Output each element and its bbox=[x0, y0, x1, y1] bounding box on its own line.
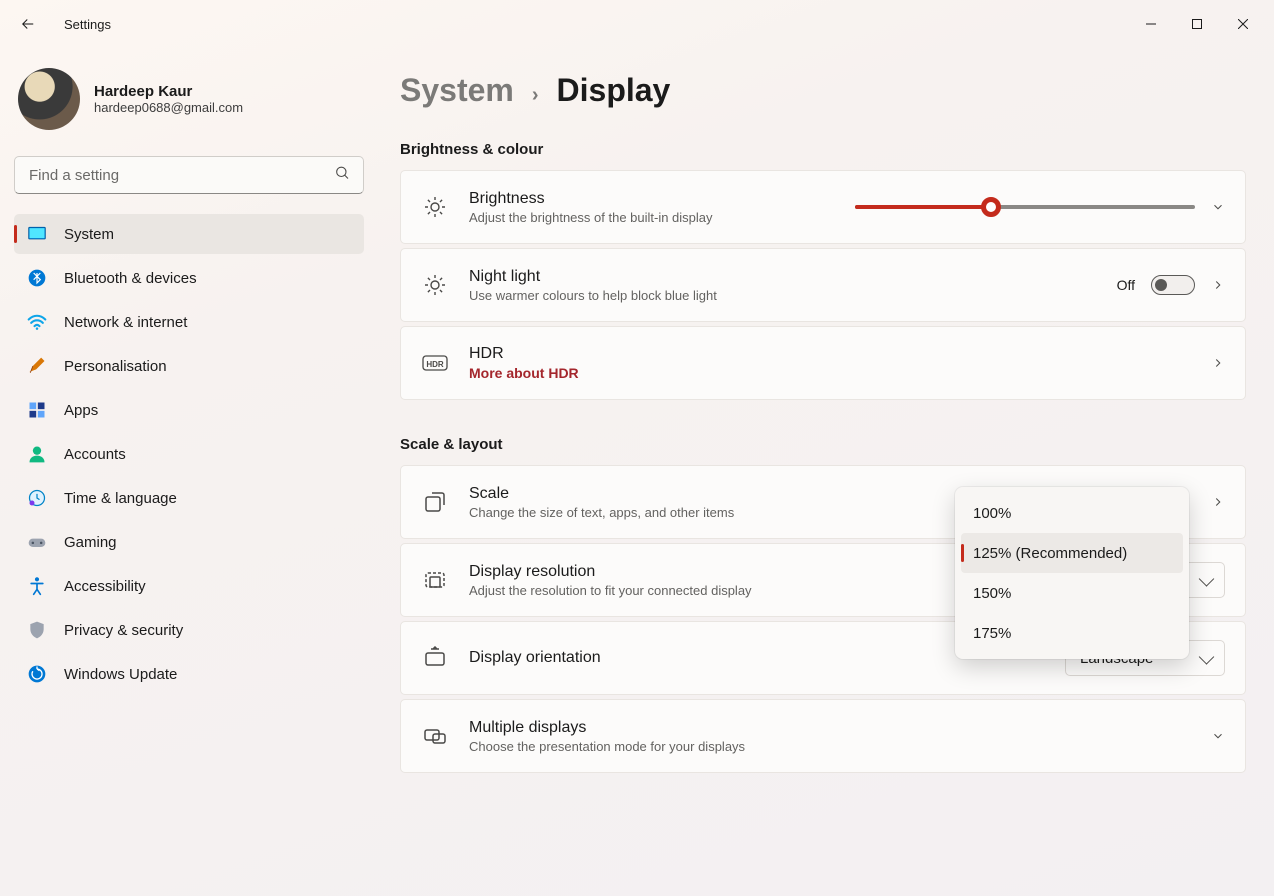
sidebar-item-label: Apps bbox=[64, 402, 98, 419]
close-button[interactable] bbox=[1220, 8, 1266, 40]
multiple-displays-icon bbox=[421, 724, 449, 748]
sidebar-item-label: Windows Update bbox=[64, 666, 177, 683]
app-title: Settings bbox=[64, 17, 111, 32]
sidebar-item-personalisation[interactable]: Personalisation bbox=[14, 346, 364, 386]
scale-option-100[interactable]: 100% bbox=[961, 493, 1183, 533]
avatar bbox=[18, 68, 80, 130]
wifi-icon bbox=[26, 311, 48, 333]
bluetooth-icon bbox=[26, 267, 48, 289]
minimize-button[interactable] bbox=[1128, 8, 1174, 40]
svg-text:HDR: HDR bbox=[426, 360, 444, 369]
chevron-down-icon[interactable] bbox=[1211, 729, 1225, 743]
chevron-right-icon[interactable] bbox=[1211, 356, 1225, 370]
multiple-sub: Choose the presentation mode for your di… bbox=[469, 739, 1191, 754]
night-light-state: Off bbox=[1117, 277, 1135, 293]
brightness-title: Brightness bbox=[469, 190, 835, 208]
profile-email: hardeep0688@gmail.com bbox=[94, 100, 243, 115]
scale-option-125[interactable]: 125% (Recommended) bbox=[961, 533, 1183, 573]
accessibility-icon bbox=[26, 575, 48, 597]
back-button[interactable] bbox=[12, 8, 44, 40]
chevron-down-icon[interactable] bbox=[1211, 200, 1225, 214]
search-icon bbox=[334, 165, 350, 186]
person-icon bbox=[26, 443, 48, 465]
search-input[interactable] bbox=[14, 156, 364, 194]
sidebar-item-label: Bluetooth & devices bbox=[64, 270, 197, 287]
scale-option-150[interactable]: 150% bbox=[961, 573, 1183, 613]
sidebar-item-label: Gaming bbox=[64, 534, 117, 551]
titlebar: Settings bbox=[0, 0, 1274, 48]
shield-icon bbox=[26, 619, 48, 641]
sidebar-item-label: Privacy & security bbox=[64, 622, 183, 639]
sidebar-item-network[interactable]: Network & internet bbox=[14, 302, 364, 342]
breadcrumb-current: Display bbox=[557, 72, 671, 109]
night-light-icon bbox=[421, 273, 449, 297]
hdr-icon: HDR bbox=[421, 353, 449, 373]
profile-name: Hardeep Kaur bbox=[94, 83, 243, 100]
sidebar-item-label: Accounts bbox=[64, 446, 126, 463]
sidebar-item-privacy[interactable]: Privacy & security bbox=[14, 610, 364, 650]
sidebar-item-label: Personalisation bbox=[64, 358, 167, 375]
sidebar-item-time[interactable]: Time & language bbox=[14, 478, 364, 518]
maximize-button[interactable] bbox=[1174, 8, 1220, 40]
nav: System Bluetooth & devices Network & int… bbox=[14, 214, 364, 694]
chevron-right-icon: › bbox=[532, 84, 539, 107]
hdr-link[interactable]: More about HDR bbox=[469, 365, 1191, 381]
section-brightness-header: Brightness & colour bbox=[400, 141, 1246, 158]
card-night-light[interactable]: Night light Use warmer colours to help b… bbox=[400, 248, 1246, 322]
night-light-toggle[interactable] bbox=[1151, 275, 1195, 295]
paint-icon bbox=[26, 355, 48, 377]
resolution-icon bbox=[421, 568, 449, 592]
sidebar: Hardeep Kaur hardeep0688@gmail.com Syste… bbox=[0, 48, 380, 896]
brightness-sub: Adjust the brightness of the built-in di… bbox=[469, 210, 835, 225]
clock-icon bbox=[26, 487, 48, 509]
chevron-right-icon[interactable] bbox=[1211, 495, 1225, 509]
scale-icon bbox=[421, 490, 449, 514]
apps-icon bbox=[26, 399, 48, 421]
card-brightness[interactable]: Brightness Adjust the brightness of the … bbox=[400, 170, 1246, 244]
profile-block[interactable]: Hardeep Kaur hardeep0688@gmail.com bbox=[14, 68, 364, 130]
sidebar-item-label: Time & language bbox=[64, 490, 177, 507]
chevron-right-icon[interactable] bbox=[1211, 278, 1225, 292]
sidebar-item-accessibility[interactable]: Accessibility bbox=[14, 566, 364, 606]
multiple-title: Multiple displays bbox=[469, 719, 1191, 737]
scale-dropdown: 100% 125% (Recommended) 150% 175% bbox=[955, 487, 1189, 659]
scale-option-175[interactable]: 175% bbox=[961, 613, 1183, 653]
breadcrumb-parent[interactable]: System bbox=[400, 72, 514, 109]
sidebar-item-gaming[interactable]: Gaming bbox=[14, 522, 364, 562]
card-hdr[interactable]: HDR HDR More about HDR bbox=[400, 326, 1246, 400]
sidebar-item-label: Accessibility bbox=[64, 578, 146, 595]
card-multiple-displays[interactable]: Multiple displays Choose the presentatio… bbox=[400, 699, 1246, 773]
section-scale-header: Scale & layout bbox=[400, 436, 1246, 453]
sidebar-item-update[interactable]: Windows Update bbox=[14, 654, 364, 694]
sidebar-item-system[interactable]: System bbox=[14, 214, 364, 254]
brightness-slider[interactable] bbox=[855, 205, 1195, 209]
sidebar-item-label: Network & internet bbox=[64, 314, 187, 331]
search-box[interactable] bbox=[14, 156, 364, 194]
sidebar-item-accounts[interactable]: Accounts bbox=[14, 434, 364, 474]
night-light-sub: Use warmer colours to help block blue li… bbox=[469, 288, 1097, 303]
sidebar-item-label: System bbox=[64, 226, 114, 243]
breadcrumb: System › Display bbox=[400, 72, 1246, 109]
orientation-icon bbox=[421, 646, 449, 670]
sidebar-item-bluetooth[interactable]: Bluetooth & devices bbox=[14, 258, 364, 298]
system-icon bbox=[26, 223, 48, 245]
update-icon bbox=[26, 663, 48, 685]
brightness-icon bbox=[421, 195, 449, 219]
gamepad-icon bbox=[26, 531, 48, 553]
sidebar-item-apps[interactable]: Apps bbox=[14, 390, 364, 430]
content: System › Display Brightness & colour Bri… bbox=[380, 48, 1274, 896]
hdr-title: HDR bbox=[469, 345, 1191, 363]
night-light-title: Night light bbox=[469, 268, 1097, 286]
